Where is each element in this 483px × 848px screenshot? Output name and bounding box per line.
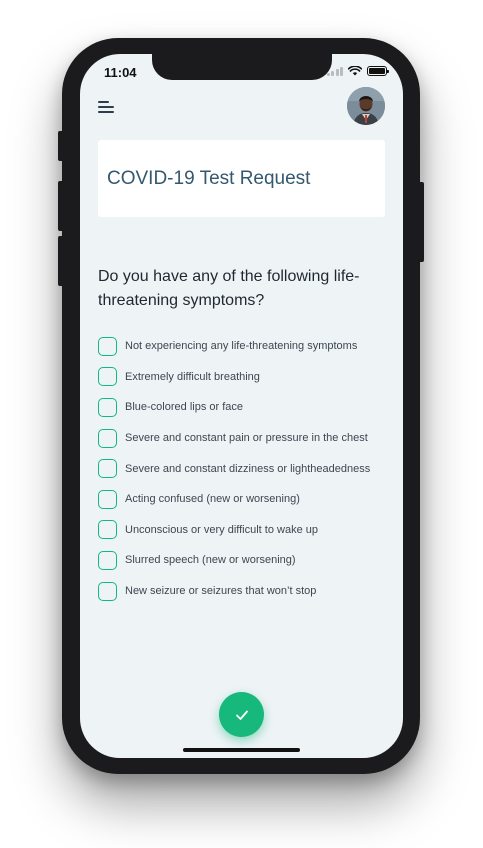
option-label: New seizure or seizures that won’t stop [125,585,317,598]
volume-up-button [58,181,64,231]
avatar-image [347,87,385,125]
checkbox[interactable] [98,367,117,387]
mute-switch [58,131,64,161]
symptom-option[interactable]: New seizure or seizures that won’t stop [98,576,388,607]
signal-icon [326,66,343,76]
checkbox[interactable] [98,336,117,356]
option-label: Unconscious or very difficult to wake up [125,523,318,536]
option-label: Severe and constant pain or pressure in … [125,432,368,445]
symptom-option[interactable]: Not experiencing any life-threatening sy… [98,331,388,362]
volume-down-button [58,236,64,286]
submit-button[interactable] [219,692,264,737]
option-label: Not experiencing any life-threatening sy… [125,340,358,353]
option-label: Blue-colored lips or face [125,401,244,414]
symptom-option[interactable]: Extremely difficult breathing [98,362,388,393]
checkbox[interactable] [98,581,117,601]
check-icon [235,710,248,720]
checkbox[interactable] [98,459,117,479]
checkbox[interactable] [98,489,117,509]
page-title: COVID-19 Test Request [107,167,311,189]
phone-screen: 11:04 COVID-19 Test Request Do you have … [80,54,403,758]
title-card: COVID-19 Test Request [98,140,385,217]
battery-icon [367,66,389,76]
symptom-option[interactable]: Blue-colored lips or face [98,392,388,423]
user-avatar[interactable] [347,87,385,125]
symptom-option[interactable]: Severe and constant dizziness or lighthe… [98,453,388,484]
symptom-option[interactable]: Unconscious or very difficult to wake up [98,515,388,546]
symptom-option[interactable]: Slurred speech (new or worsening) [98,545,388,576]
notch [152,54,332,80]
status-icons [326,66,389,76]
symptom-options: Not experiencing any life-threatening sy… [98,331,388,606]
checkbox[interactable] [98,428,117,448]
power-button [418,182,424,262]
checkbox[interactable] [98,397,117,417]
menu-icon[interactable] [98,101,118,113]
question-text: Do you have any of the following life-th… [98,268,360,309]
option-label: Extremely difficult breathing [125,370,260,383]
status-time: 11:04 [104,65,137,80]
option-label: Acting confused (new or worsening) [125,493,300,506]
wifi-icon [348,66,362,76]
symptom-option[interactable]: Severe and constant pain or pressure in … [98,423,388,454]
symptom-option[interactable]: Acting confused (new or worsening) [98,484,388,515]
option-label: Slurred speech (new or worsening) [125,554,296,567]
checkbox[interactable] [98,550,117,570]
home-indicator [183,748,300,752]
option-label: Severe and constant dizziness or lighthe… [125,462,371,475]
checkbox[interactable] [98,520,117,540]
